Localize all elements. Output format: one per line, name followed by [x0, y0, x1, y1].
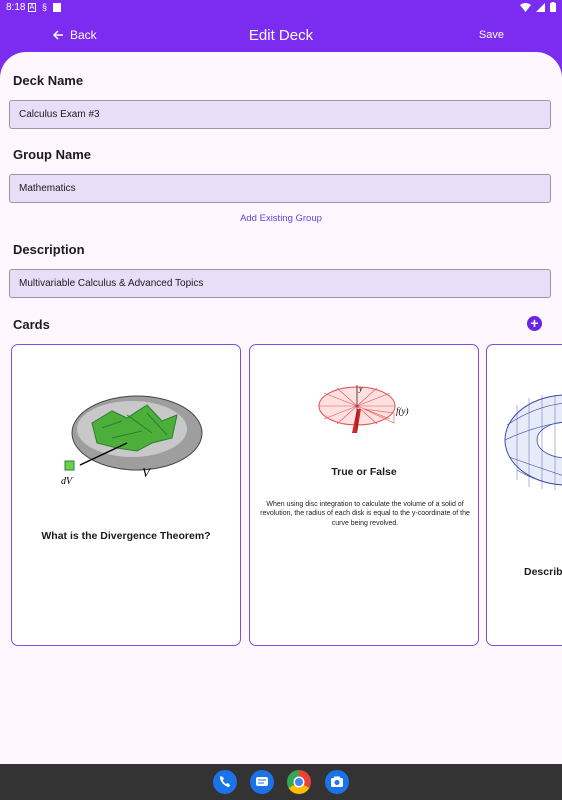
content-sheet: Deck Name Calculus Exam #3 Group Name Ma… [0, 52, 562, 764]
notification-a-icon: A [28, 2, 36, 12]
add-card-button[interactable]: + [527, 316, 542, 331]
description-label: Description [13, 242, 85, 257]
deck-name-label: Deck Name [13, 73, 84, 88]
nav-bar [0, 764, 562, 800]
dv-label: dV [61, 476, 74, 487]
cards-label: Cards [13, 317, 50, 332]
description-value: Multivariable Calculus & Advanced Topics [19, 278, 204, 289]
divergence-figure: V dV [61, 395, 203, 487]
save-button[interactable]: Save [479, 29, 504, 41]
phone-icon[interactable] [213, 770, 237, 794]
status-bar: 8:18 A § [0, 0, 562, 16]
flashcard[interactable]: Describ [486, 344, 562, 646]
page-title: Edit Deck [248, 27, 314, 44]
description-field[interactable]: Multivariable Calculus & Advanced Topics [9, 269, 551, 298]
camera-icon[interactable] [325, 770, 349, 794]
battery-icon [550, 2, 556, 12]
torus-figure [504, 394, 562, 490]
plus-icon: + [530, 315, 539, 331]
app-bar: Back Edit Deck Save [0, 16, 562, 56]
flashcard[interactable]: y f(y) True or False When using disc int… [249, 344, 479, 646]
card-title: Describ [524, 566, 562, 578]
status-time: 8:18 [6, 2, 26, 13]
group-name-field[interactable]: Mathematics [9, 174, 551, 203]
add-existing-group-link[interactable]: Add Existing Group [0, 213, 562, 224]
y-axis-label: y [358, 384, 363, 393]
sd-card-icon [53, 2, 62, 12]
messages-icon[interactable] [250, 770, 274, 794]
deck-name-value: Calculus Exam #3 [19, 109, 100, 120]
chrome-icon[interactable] [287, 770, 311, 794]
wifi-icon [520, 2, 531, 12]
card-body: When using disc integration to calculate… [260, 501, 470, 527]
group-name-label: Group Name [13, 147, 92, 162]
card-title: What is the Divergence Theorem? [41, 530, 211, 542]
fy-label: f(y) [396, 406, 409, 416]
flashcard[interactable]: V dV What is the Divergence Theorem? [11, 344, 241, 646]
group-name-value: Mathematics [19, 183, 76, 194]
disc-integration-figure: y f(y) [318, 384, 409, 433]
sync-icon: § [42, 2, 48, 12]
deck-name-field[interactable]: Calculus Exam #3 [9, 100, 551, 129]
signal-icon [536, 2, 545, 12]
card-title: True or False [331, 466, 397, 478]
